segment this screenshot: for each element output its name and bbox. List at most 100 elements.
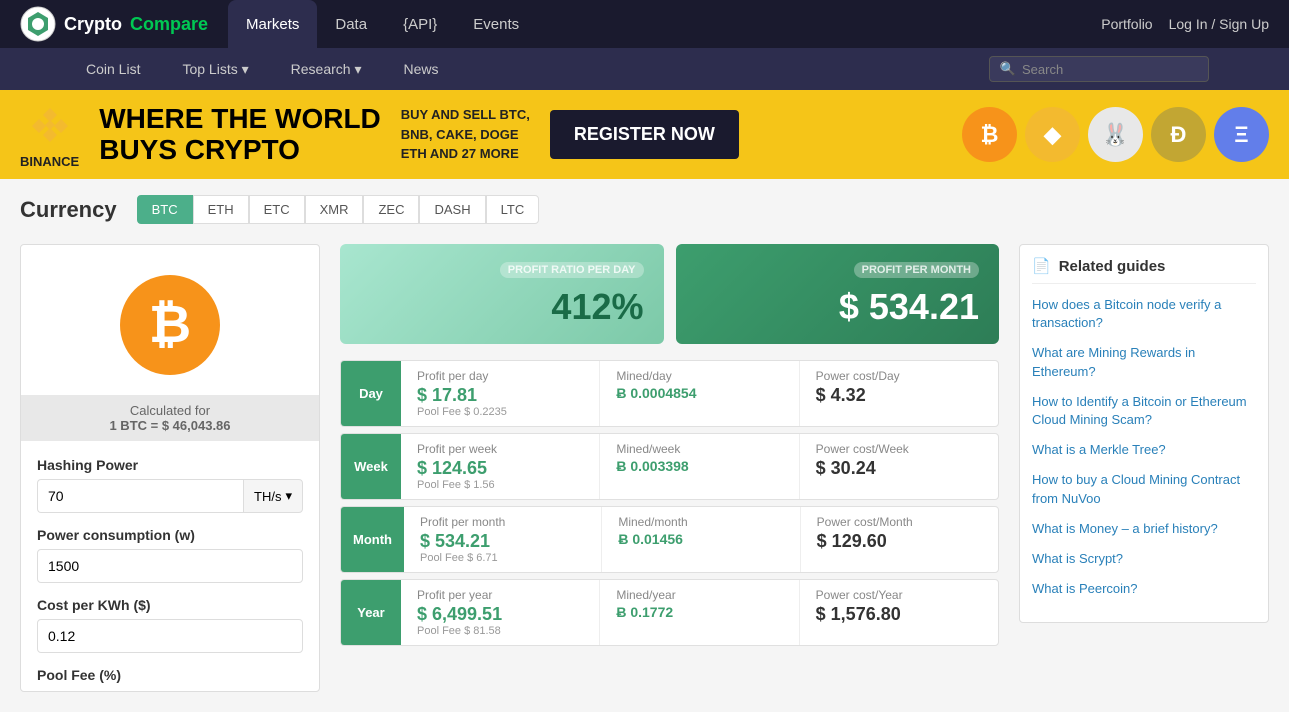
calculator-panel: ₿ Calculated for 1 BTC = $ 46,043.86 Has…	[20, 244, 320, 692]
cost-kwh-input[interactable]	[37, 619, 303, 653]
mining-profit-value: $ 6,499.51	[417, 604, 583, 625]
banner-coins: ₿ ◆ 🐰 Ð Ξ	[962, 107, 1269, 162]
mining-cell-profit: Profit per day $ 17.81 Pool Fee $ 0.2235	[401, 361, 600, 426]
mining-power-value: $ 1,576.80	[816, 604, 982, 625]
secondary-navigation: Coin List Top Lists ▾ Research ▾ News 🔍	[0, 48, 1289, 90]
mining-profit-value: $ 124.65	[417, 458, 583, 479]
register-now-button[interactable]: REGISTER NOW	[550, 110, 739, 159]
mining-cell-mined: Mined/week Ƀ 0.003398	[600, 434, 799, 499]
tab-eth[interactable]: ETH	[193, 195, 249, 224]
hashing-power-label: Hashing Power	[37, 457, 303, 473]
guide-link[interactable]: What are Mining Rewards in Ethereum?	[1032, 344, 1256, 380]
banner-subtext: BUY AND SELL BTC,BNB, CAKE, DOGEETH AND …	[401, 105, 530, 164]
search-input[interactable]	[1022, 62, 1198, 77]
mining-mined-value: Ƀ 0.003398	[616, 458, 782, 474]
mining-profit-value: $ 534.21	[420, 531, 585, 552]
mining-mined-value: Ƀ 0.01456	[618, 531, 783, 547]
sec-nav-research[interactable]: Research ▾	[285, 48, 368, 90]
top-navigation: CryptoCompare Markets Data {API} Events …	[0, 0, 1289, 48]
main-content: ₿ Calculated for 1 BTC = $ 46,043.86 Has…	[0, 224, 1289, 712]
profit-day-value: 412%	[360, 286, 644, 328]
logo-text-crypto: Crypto	[64, 14, 122, 35]
tab-zec[interactable]: ZEC	[363, 195, 419, 224]
power-consumption-input[interactable]	[37, 549, 303, 583]
profit-day-label: PROFIT RATIO PER DAY	[500, 262, 644, 278]
nav-right-links: Portfolio Log In / Sign Up	[1101, 16, 1269, 32]
coin-icon-area: ₿	[21, 245, 319, 385]
profit-card-month: PROFIT PER MONTH $ 534.21	[676, 244, 1000, 344]
login-link[interactable]: Log In / Sign Up	[1169, 16, 1269, 32]
mining-power-title: Power cost/Month	[817, 515, 982, 529]
guide-link[interactable]: What is Scrypt?	[1032, 550, 1256, 568]
mining-power-title: Power cost/Week	[816, 442, 982, 456]
nav-tab-events[interactable]: Events	[455, 0, 537, 48]
mining-cell-power: Power cost/Year $ 1,576.80	[800, 580, 998, 645]
tab-etc[interactable]: ETC	[249, 195, 305, 224]
mining-pool-fee: Pool Fee $ 6.71	[420, 552, 585, 564]
binance-logo: BINANCE	[20, 100, 79, 169]
binance-icon	[25, 100, 75, 150]
tab-xmr[interactable]: XMR	[305, 195, 364, 224]
calc-rate: Calculated for 1 BTC = $ 46,043.86	[21, 395, 319, 441]
btc-coin-icon: ₿	[120, 275, 220, 375]
mining-cell-mined: Mined/day Ƀ 0.0004854	[600, 361, 799, 426]
mining-cell-power: Power cost/Day $ 4.32	[800, 361, 998, 426]
guide-link[interactable]: What is Money – a brief history?	[1032, 520, 1256, 538]
search-icon: 🔍	[1000, 61, 1016, 77]
nav-tab-api[interactable]: {API}	[385, 0, 455, 48]
related-guides-header: 📄 Related guides	[1032, 257, 1256, 284]
center-panel: PROFIT RATIO PER DAY 412% PROFIT PER MON…	[340, 244, 999, 692]
power-consumption-field: Power consumption (w)	[21, 527, 319, 597]
mining-row-content: Profit per week $ 124.65 Pool Fee $ 1.56…	[401, 434, 998, 499]
binance-brand-text: BINANCE	[20, 154, 79, 169]
mining-profit-title: Profit per year	[417, 588, 583, 602]
hash-input-row: TH/s ▾	[37, 479, 303, 513]
guide-link[interactable]: How does a Bitcoin node verify a transac…	[1032, 296, 1256, 332]
hashing-power-input[interactable]	[37, 479, 243, 513]
mining-pool-fee: Pool Fee $ 0.2235	[417, 406, 583, 418]
left-panel: ₿ Calculated for 1 BTC = $ 46,043.86 Has…	[20, 244, 320, 692]
tab-dash[interactable]: DASH	[419, 195, 485, 224]
cost-kwh-field: Cost per KWh ($)	[21, 597, 319, 667]
mining-row-content: Profit per day $ 17.81 Pool Fee $ 0.2235…	[401, 361, 998, 426]
main-nav-tabs: Markets Data {API} Events	[228, 0, 1101, 48]
mining-row-period: Week	[341, 434, 401, 499]
document-icon: 📄	[1032, 257, 1051, 275]
mining-cell-power: Power cost/Month $ 129.60	[801, 507, 998, 572]
power-consumption-label: Power consumption (w)	[37, 527, 303, 543]
mining-row-period: Month	[341, 507, 404, 572]
search-box[interactable]: 🔍	[989, 56, 1209, 82]
guide-link[interactable]: What is Peercoin?	[1032, 580, 1256, 598]
mining-profit-title: Profit per week	[417, 442, 583, 456]
page-header: Currency BTC ETH ETC XMR ZEC DASH LTC	[0, 179, 1289, 224]
sec-nav-coinlist[interactable]: Coin List	[80, 48, 146, 90]
tab-btc[interactable]: BTC	[137, 195, 193, 224]
portfolio-link[interactable]: Portfolio	[1101, 16, 1152, 32]
mining-cell-mined: Mined/month Ƀ 0.01456	[602, 507, 800, 572]
mining-row: Month Profit per month $ 534.21 Pool Fee…	[340, 506, 999, 573]
guides-list: How does a Bitcoin node verify a transac…	[1032, 296, 1256, 598]
mining-cell-mined: Mined/year Ƀ 0.1772	[600, 580, 799, 645]
nav-tab-markets[interactable]: Markets	[228, 0, 317, 48]
mining-profit-value: $ 17.81	[417, 385, 583, 406]
profit-cards: PROFIT RATIO PER DAY 412% PROFIT PER MON…	[340, 244, 999, 344]
mining-cell-profit: Profit per month $ 534.21 Pool Fee $ 6.7…	[404, 507, 602, 572]
mining-row-content: Profit per month $ 534.21 Pool Fee $ 6.7…	[404, 507, 998, 572]
guide-link[interactable]: What is a Merkle Tree?	[1032, 441, 1256, 459]
sec-nav-toplists[interactable]: Top Lists ▾	[176, 48, 254, 90]
logo[interactable]: CryptoCompare	[20, 6, 208, 42]
hash-unit-selector[interactable]: TH/s ▾	[243, 479, 303, 513]
banner-ad: BINANCE WHERE THE WORLDBUYS CRYPTO BUY A…	[0, 90, 1289, 179]
mining-pool-fee: Pool Fee $ 81.58	[417, 625, 583, 637]
hash-unit-label: TH/s	[254, 489, 281, 504]
sec-nav-news[interactable]: News	[397, 48, 444, 90]
right-panel: 📄 Related guides How does a Bitcoin node…	[1019, 244, 1269, 692]
profit-month-label: PROFIT PER MONTH	[854, 262, 979, 278]
mining-mined-title: Mined/month	[618, 515, 783, 529]
mining-row-period: Day	[341, 361, 401, 426]
guide-link[interactable]: How to Identify a Bitcoin or Ethereum Cl…	[1032, 393, 1256, 429]
nav-tab-data[interactable]: Data	[317, 0, 385, 48]
profit-month-value: $ 534.21	[696, 286, 980, 328]
tab-ltc[interactable]: LTC	[486, 195, 540, 224]
guide-link[interactable]: How to buy a Cloud Mining Contract from …	[1032, 471, 1256, 507]
